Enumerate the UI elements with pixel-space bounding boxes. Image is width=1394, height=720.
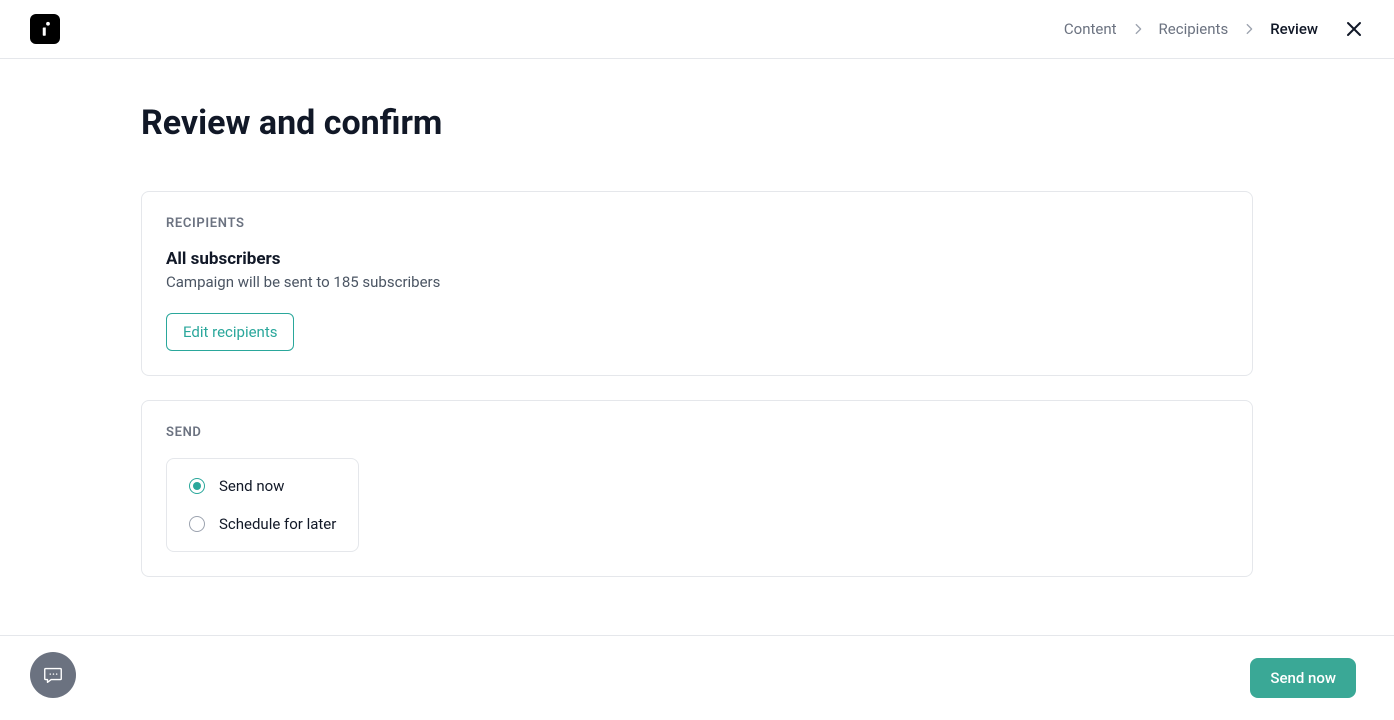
radio-option-send-now[interactable]: Send now: [167, 467, 358, 505]
radio-indicator: [189, 516, 205, 532]
page-title: Review and confirm: [141, 103, 1253, 143]
recipients-description: Campaign will be sent to 185 subscribers: [166, 273, 1228, 291]
radio-indicator: [189, 478, 205, 494]
breadcrumb: Content Recipients Review: [1064, 20, 1318, 38]
radio-label: Schedule for later: [219, 515, 336, 533]
app-logo[interactable]: [30, 14, 60, 44]
header: Content Recipients Review: [0, 0, 1394, 59]
breadcrumb-review[interactable]: Review: [1270, 20, 1318, 38]
breadcrumb-recipients[interactable]: Recipients: [1159, 20, 1229, 38]
main-content: Review and confirm RECIPIENTS All subscr…: [141, 59, 1253, 577]
recipients-card-label: RECIPIENTS: [166, 216, 1228, 231]
send-radio-group: Send now Schedule for later: [166, 458, 359, 552]
close-icon[interactable]: [1344, 19, 1364, 39]
footer-bar: Send now: [0, 635, 1394, 720]
chevron-right-icon: [1242, 22, 1256, 36]
radio-dot-icon: [193, 482, 201, 490]
logo-icon: [36, 20, 54, 38]
chat-icon: [42, 664, 64, 686]
recipients-card: RECIPIENTS All subscribers Campaign will…: [141, 191, 1253, 376]
send-card: SEND Send now Schedule for later: [141, 400, 1253, 577]
send-card-label: SEND: [166, 425, 1228, 440]
radio-label: Send now: [219, 477, 284, 495]
header-right: Content Recipients Review: [1064, 19, 1364, 39]
radio-option-schedule-later[interactable]: Schedule for later: [167, 505, 358, 543]
breadcrumb-content[interactable]: Content: [1064, 20, 1117, 38]
chat-support-button[interactable]: [30, 652, 76, 698]
send-now-button[interactable]: Send now: [1250, 658, 1356, 698]
edit-recipients-button[interactable]: Edit recipients: [166, 313, 294, 351]
recipients-title: All subscribers: [166, 249, 1228, 269]
chevron-right-icon: [1131, 22, 1145, 36]
